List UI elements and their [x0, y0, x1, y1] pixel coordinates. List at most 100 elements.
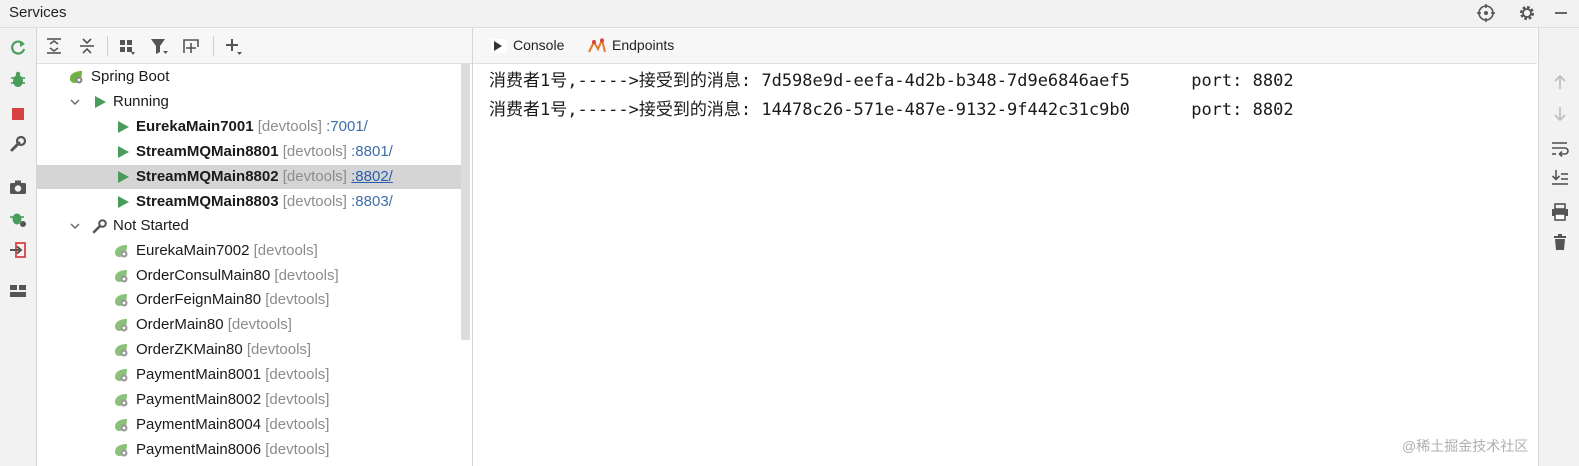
spring-boot-icon: [115, 270, 128, 283]
service-name: OrderMain80: [136, 316, 224, 333]
collapse-all-icon[interactable]: [76, 35, 98, 57]
soft-wrap-icon[interactable]: [1551, 139, 1569, 157]
service-tag: [devtools]: [265, 391, 330, 408]
run-icon: [95, 96, 106, 108]
service-tag: [devtools]: [282, 193, 347, 210]
service-tag: [devtools]: [265, 416, 330, 433]
spring-boot-icon: [115, 419, 128, 432]
service-tag: [devtools]: [265, 441, 330, 458]
service-name: EurekaMain7001: [136, 118, 254, 135]
arrow-down-icon[interactable]: [1551, 105, 1569, 123]
filter-icon[interactable]: [148, 35, 170, 57]
minimize-icon[interactable]: [1551, 3, 1571, 23]
layout-icon[interactable]: [8, 281, 28, 301]
wrench-icon[interactable]: [8, 134, 28, 154]
run-icon: [118, 171, 129, 183]
spring-boot-icon: [115, 394, 128, 407]
tab-label: Console: [513, 37, 565, 53]
service-name: PaymentMain8004: [136, 416, 262, 433]
gear-icon[interactable]: [1517, 3, 1537, 23]
tree-node-label: Running: [113, 93, 169, 110]
scroll-to-end-icon[interactable]: [1551, 169, 1569, 187]
service-name: PaymentMain8006: [136, 441, 262, 458]
crosshair-icon[interactable]: [1476, 3, 1496, 23]
service-port-link[interactable]: :8801/: [351, 143, 393, 160]
service-ordermain80[interactable]: OrderMain80 [devtools]: [37, 313, 461, 337]
service-paymentmain8001[interactable]: PaymentMain8001 [devtools]: [37, 363, 461, 387]
service-paymentmain8002[interactable]: PaymentMain8002 [devtools]: [37, 388, 461, 412]
spring-boot-icon: [115, 245, 128, 258]
service-tag: [devtools]: [227, 316, 292, 333]
debug-settings-icon[interactable]: [8, 209, 28, 229]
service-streammqmain8801[interactable]: StreamMQMain8801 [devtools] :8801/: [37, 140, 461, 164]
service-tag: [devtools]: [265, 291, 330, 308]
service-port-link[interactable]: :8802/: [351, 168, 393, 185]
expand-all-icon[interactable]: [43, 35, 65, 57]
service-name: PaymentMain8002: [136, 391, 262, 408]
service-orderzkmain80[interactable]: OrderZKMain80 [devtools]: [37, 338, 461, 362]
endpoints-icon: [588, 38, 606, 53]
tree-node-spring-boot[interactable]: Spring Boot: [37, 65, 461, 89]
spring-boot-icon: [115, 369, 128, 382]
service-port-link[interactable]: :8803/: [351, 193, 393, 210]
service-tag: [devtools]: [246, 341, 312, 358]
run-icon: [118, 146, 129, 158]
tree-node-label: Not Started: [113, 217, 189, 234]
service-tag: [devtools]: [274, 267, 339, 284]
window-title: Services: [9, 4, 67, 21]
spring-boot-icon: [115, 294, 128, 307]
add-service-icon[interactable]: [222, 35, 244, 57]
console-line: 消费者1号,----->接受到的消息: 7d598e9d-eefa-4d2b-b…: [489, 71, 1294, 91]
group-by-icon[interactable]: [116, 35, 138, 57]
service-orderconsulmain80[interactable]: OrderConsulMain80 [devtools]: [37, 264, 461, 288]
console-side-toolbar: [1538, 28, 1579, 466]
service-tag: [devtools]: [265, 366, 330, 383]
console-tabs: Console Endpoints: [473, 28, 1537, 64]
run-icon: [118, 121, 129, 133]
services-tree-panel: Spring Boot Running EurekaMain7001 [devt…: [37, 28, 473, 466]
service-tag: [devtools]: [282, 143, 347, 160]
watermark: @稀土掘金技术社区: [1402, 438, 1529, 454]
service-tag: [devtools]: [282, 168, 347, 185]
service-name: OrderZKMain80: [136, 341, 243, 358]
tree-node-not-started[interactable]: Not Started: [37, 214, 461, 238]
tab-endpoints[interactable]: Endpoints: [588, 28, 688, 63]
tree-node-running[interactable]: Running: [37, 90, 461, 114]
chevron-down-icon[interactable]: [70, 97, 80, 107]
console-icon: [491, 39, 507, 53]
rerun-icon[interactable]: [8, 38, 28, 58]
service-name: StreamMQMain8803: [136, 193, 279, 210]
stop-icon[interactable]: [8, 104, 28, 124]
service-orderfeignmain80[interactable]: OrderFeignMain80 [devtools]: [37, 288, 461, 312]
spring-boot-icon: [115, 319, 128, 332]
service-port-link[interactable]: :7001/: [326, 118, 368, 135]
services-title-bar: Services: [0, 0, 1579, 28]
service-streammqmain8803[interactable]: StreamMQMain8803 [devtools] :8803/: [37, 190, 461, 214]
chevron-down-icon[interactable]: [70, 221, 80, 231]
tree-scrollbar[interactable]: [461, 64, 470, 340]
service-name: EurekaMain7002: [136, 242, 250, 259]
services-side-toolbar: [0, 28, 37, 466]
arrow-up-icon[interactable]: [1551, 73, 1569, 91]
console-line: 消费者1号,----->接受到的消息: 14478c26-571e-487e-9…: [489, 100, 1294, 120]
service-paymentmain8004[interactable]: PaymentMain8004 [devtools]: [37, 413, 461, 437]
trash-icon[interactable]: [1551, 233, 1569, 251]
new-tab-icon[interactable]: [180, 35, 202, 57]
import-icon[interactable]: [8, 240, 28, 260]
service-paymentmain8006[interactable]: PaymentMain8006 [devtools]: [37, 438, 461, 462]
service-eurekamain7001[interactable]: EurekaMain7001 [devtools] :7001/: [37, 115, 461, 139]
service-streammqmain8802[interactable]: StreamMQMain8802 [devtools] :8802/: [37, 165, 461, 189]
camera-icon[interactable]: [8, 177, 28, 197]
spring-boot-icon: [115, 344, 128, 357]
spring-boot-icon: [70, 71, 83, 84]
tab-console[interactable]: Console: [489, 28, 569, 63]
tab-label: Endpoints: [612, 37, 675, 53]
service-name: OrderFeignMain80: [136, 291, 262, 308]
debug-bug-icon[interactable]: [8, 70, 28, 90]
tree-node-label: Spring Boot: [91, 68, 170, 85]
print-icon[interactable]: [1551, 203, 1569, 221]
service-tag: [devtools]: [257, 118, 322, 135]
service-eurekamain7002[interactable]: EurekaMain7002 [devtools]: [37, 239, 461, 263]
wrench-icon: [92, 219, 107, 234]
service-tag: [devtools]: [253, 242, 318, 259]
